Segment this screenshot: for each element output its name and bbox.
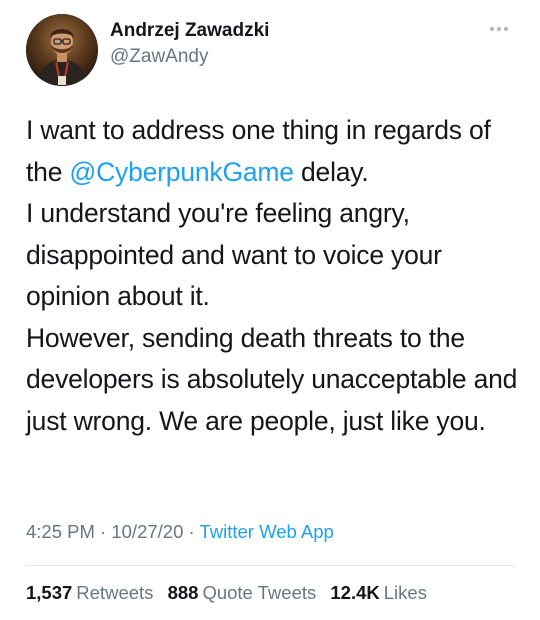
tweet-text: I want to address one thing in regards o…: [26, 110, 521, 442]
author-handle[interactable]: @ZawAndy: [110, 46, 209, 68]
meta-separator: ·: [183, 521, 200, 542]
mention-link[interactable]: @CyberpunkGame: [69, 157, 294, 187]
meta-separator: ·: [94, 521, 112, 542]
tweet-text-segment: delay.: [293, 156, 369, 187]
likes-count: 12.4K: [330, 582, 380, 603]
retweets-label: Retweets: [76, 582, 154, 603]
more-horizontal-icon[interactable]: [488, 22, 510, 34]
retweets-count: 1,537: [26, 582, 73, 603]
avatar[interactable]: [26, 14, 98, 86]
tweet-date[interactable]: 10/27/20: [111, 521, 183, 542]
tweet-card: Andrzej Zawadzki @ZawAndy I want to addr…: [0, 0, 540, 620]
tweet-stats: 1,537 Retweets 888 Quote Tweets 12.4K Likes: [26, 582, 427, 604]
quote-tweets-stat[interactable]: 888 Quote Tweets: [168, 582, 317, 603]
tweet-paragraph: I understand you're feeling angry, disap…: [26, 198, 442, 311]
author-name[interactable]: Andrzej Zawadzki: [110, 20, 269, 42]
likes-stat[interactable]: 12.4K Likes: [330, 582, 427, 603]
tweet-paragraph: However, sending death threats to the de…: [26, 322, 518, 436]
divider: [26, 565, 514, 566]
tweet-meta: 4:25 PM · 10/27/20 · Twitter Web App: [26, 521, 334, 543]
quote-tweets-label: Quote Tweets: [202, 582, 317, 603]
tweet-paragraph: I want to address one thing in regards o…: [26, 110, 521, 193]
quote-tweets-count: 888: [167, 582, 199, 603]
tweet-source-link[interactable]: Twitter Web App: [199, 521, 333, 542]
likes-label: Likes: [383, 582, 427, 603]
tweet-time[interactable]: 4:25 PM: [26, 521, 95, 542]
retweets-stat[interactable]: 1,537 Retweets: [26, 582, 153, 603]
avatar-image: [26, 14, 98, 86]
